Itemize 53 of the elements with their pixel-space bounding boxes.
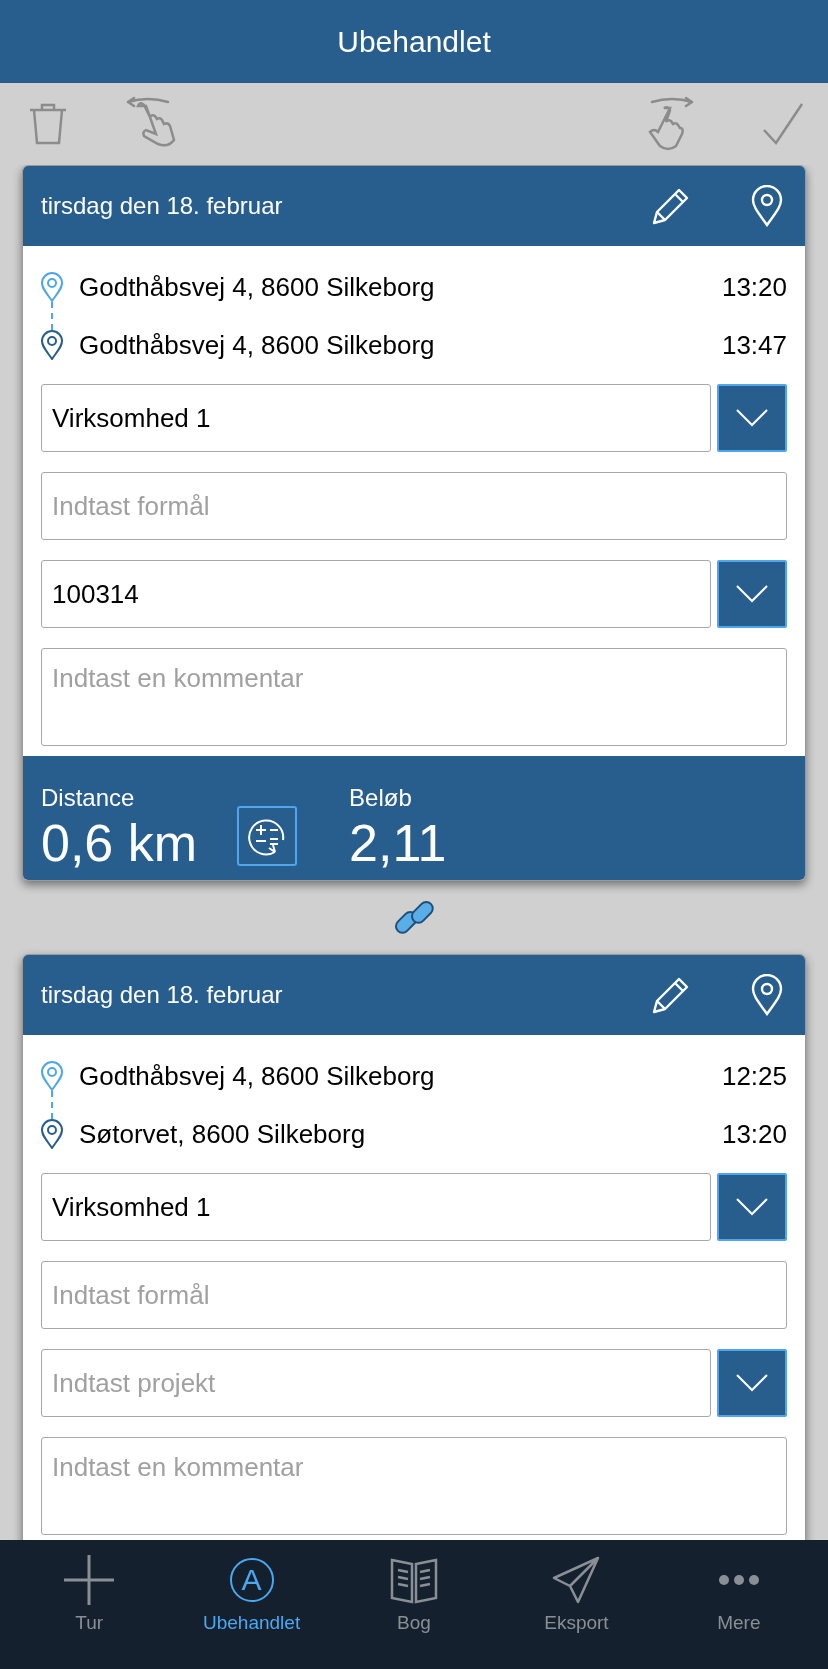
location-pin-icon[interactable] — [751, 974, 783, 1016]
letter-icon: A — [229, 1558, 274, 1602]
end-pin-icon — [41, 1119, 63, 1149]
location-pin-icon[interactable] — [751, 185, 783, 227]
tab[interactable]: Bog — [332, 1540, 496, 1669]
end-pin-icon — [41, 330, 63, 360]
dropdown-button[interactable] — [717, 1173, 787, 1241]
tab[interactable]: Mere — [657, 1540, 821, 1669]
plus-icon — [63, 1554, 116, 1606]
chevron-down-icon — [736, 585, 768, 603]
trip-date: tirsdag den 18. februar — [41, 981, 284, 1009]
page-title: Ubehandlet — [337, 24, 491, 59]
distance-value: 0,6 km — [41, 812, 198, 874]
dropdown-button[interactable] — [717, 560, 787, 628]
start-pin-icon — [41, 272, 63, 302]
dropdown-button[interactable] — [717, 1349, 787, 1417]
paper-plane-icon — [552, 1554, 601, 1606]
select-field[interactable]: Indtast projekt — [41, 1349, 711, 1417]
stop-address: Godthåbsvej 4, 8600 Silkeborg — [79, 271, 436, 303]
checkmark-icon[interactable] — [762, 102, 804, 146]
comment-field[interactable]: Indtast en kommentar — [41, 1437, 787, 1535]
chevron-down-icon — [736, 409, 768, 427]
dropdown-button[interactable] — [717, 384, 787, 452]
stop-address: Godthåbsvej 4, 8600 Silkeborg — [79, 1060, 436, 1092]
start-pin-icon — [41, 1061, 63, 1091]
chevron-down-icon — [736, 1374, 768, 1392]
amount-label: Beløb — [349, 783, 413, 812]
route-line — [51, 302, 53, 330]
comment-field[interactable]: Indtast en kommentar — [41, 648, 787, 746]
distance-label: Distance — [41, 783, 136, 812]
stop-time: 12:25 — [721, 1060, 787, 1092]
tab[interactable]: A Ubehandlet — [170, 1540, 333, 1669]
select-field[interactable]: 100314 — [41, 560, 711, 628]
pencil-icon[interactable] — [651, 975, 691, 1015]
stop-time: 13:47 — [721, 329, 787, 361]
select-field[interactable]: Virksomhed 1 — [41, 384, 711, 452]
text-field[interactable]: Indtast formål — [41, 472, 787, 540]
text-field[interactable]: Indtast formål — [41, 1261, 787, 1329]
tab[interactable]: Tur — [8, 1540, 171, 1669]
chevron-down-icon — [736, 1198, 768, 1216]
select-field[interactable]: Virksomhed 1 — [41, 1173, 711, 1241]
stop-time: 13:20 — [721, 1118, 787, 1150]
stop-time: 13:20 — [721, 271, 787, 303]
stop-address: Søtorvet, 8600 Silkeborg — [79, 1118, 367, 1150]
trip-date: tirsdag den 18. februar — [41, 192, 284, 220]
calculator-button[interactable] — [237, 806, 298, 866]
route-line — [51, 1091, 53, 1119]
trash-icon[interactable] — [28, 102, 68, 146]
stop-address: Godthåbsvej 4, 8600 Silkeborg — [79, 329, 436, 361]
amount-value: 2,11 — [349, 812, 447, 874]
pencil-icon[interactable] — [651, 186, 691, 226]
tab[interactable]: Eksport — [495, 1540, 658, 1669]
more-icon — [717, 1574, 760, 1586]
